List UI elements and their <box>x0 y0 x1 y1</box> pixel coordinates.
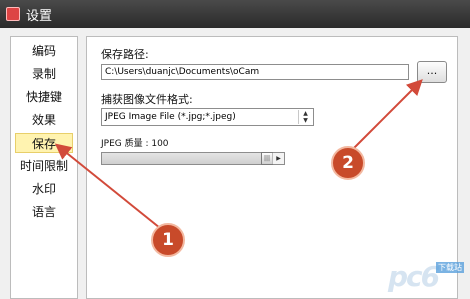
sidebar-item-watermark[interactable]: 水印 <box>15 179 73 199</box>
sidebar-item-language[interactable]: 语言 <box>15 202 73 222</box>
sidebar-item-save[interactable]: 保存 <box>15 133 73 153</box>
sidebar-item-encoding[interactable]: 编码 <box>15 41 73 61</box>
app-icon <box>6 7 20 21</box>
jpeg-quality-slider[interactable]: ||| ▶ <box>101 152 285 165</box>
sidebar-item-effects[interactable]: 效果 <box>15 110 73 130</box>
watermark-sub: 下载站 <box>436 262 464 273</box>
sidebar-item-recording[interactable]: 录制 <box>15 64 73 84</box>
slider-fill <box>102 153 261 164</box>
slider-right-arrow-icon[interactable]: ▶ <box>272 153 284 164</box>
save-path-label: 保存路径: <box>101 48 149 61</box>
sidebar-item-time-limit[interactable]: 时间限制 <box>15 156 73 176</box>
callout-2: 2 <box>331 146 365 180</box>
image-format-select[interactable]: JPEG Image File (*.jpg;*.jpeg) ▲ ▼ <box>101 108 314 126</box>
sidebar-item-hotkeys[interactable]: 快捷键 <box>15 87 73 107</box>
save-path-input[interactable] <box>101 64 409 80</box>
image-format-label: 捕获图像文件格式: <box>101 93 193 106</box>
callout-1: 1 <box>151 223 185 257</box>
window-title: 设置 <box>26 8 53 24</box>
settings-sidebar: 编码 录制 快捷键 效果 保存 时间限制 水印 语言 <box>10 36 78 299</box>
jpeg-quality-label: JPEG 质量 : 100 <box>101 139 169 149</box>
select-arrows-icon: ▲ ▼ <box>298 110 312 124</box>
title-bar: 设置 <box>0 0 470 28</box>
image-format-value: JPEG Image File (*.jpg;*.jpeg) <box>105 112 236 122</box>
browse-button[interactable]: ... <box>417 61 447 83</box>
